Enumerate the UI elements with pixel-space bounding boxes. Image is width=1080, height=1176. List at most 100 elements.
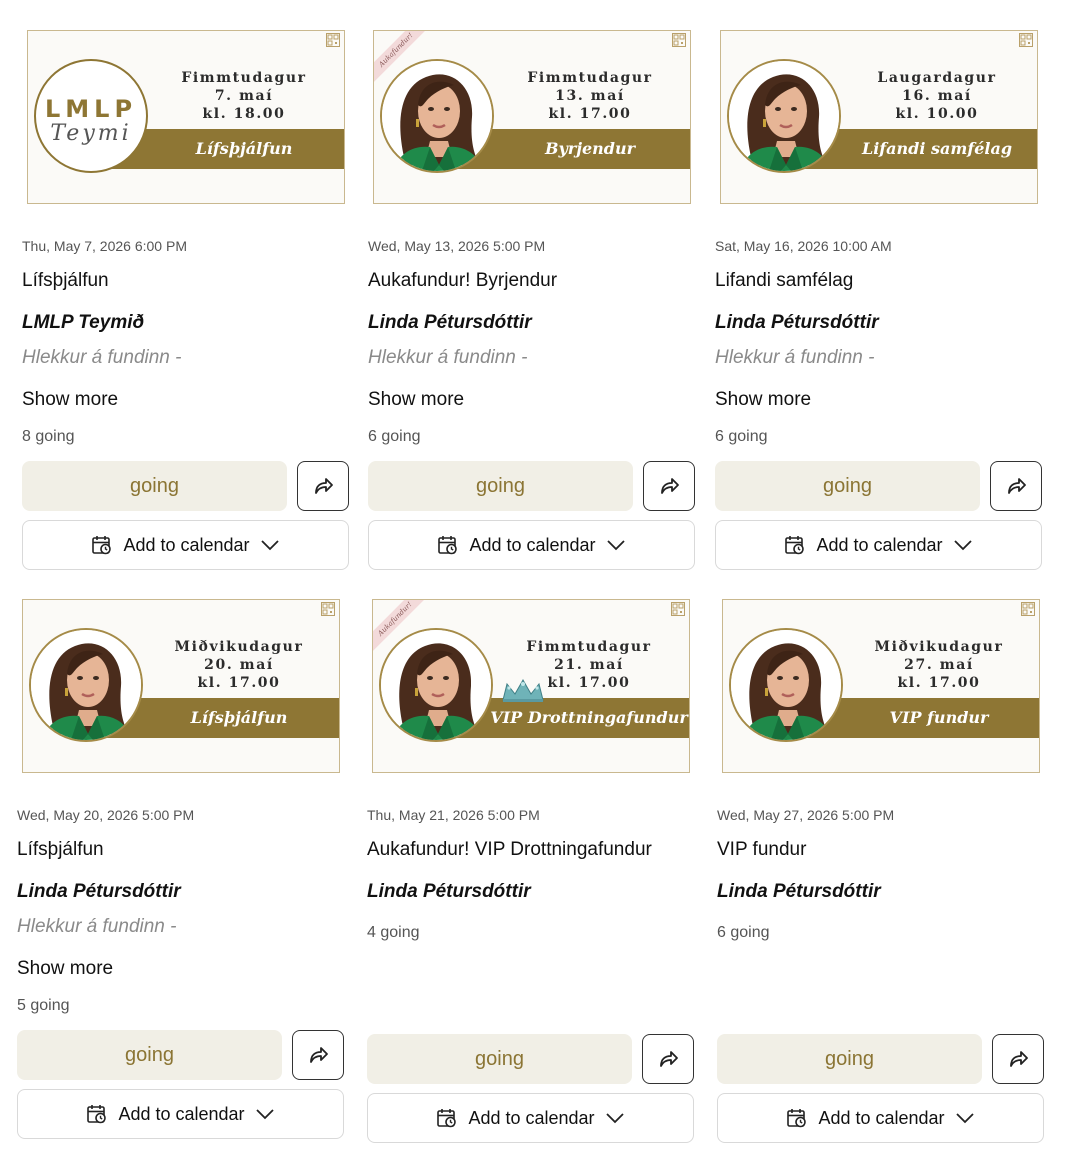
event-datetime: Wed, May 13, 2026 5:00 PM xyxy=(368,238,546,254)
banner-date: Laugardagur 16. maí kl. 10.00 xyxy=(837,69,1037,123)
going-button[interactable]: going xyxy=(715,461,980,511)
event-host: Linda Pétursdóttir xyxy=(715,312,879,333)
calendar-clock-icon xyxy=(787,1109,807,1128)
portrait-image xyxy=(381,630,491,740)
event-title[interactable]: Lifandi samfélag xyxy=(715,270,853,292)
banner-day: 21. maí xyxy=(554,657,624,673)
show-more-link[interactable]: Show more xyxy=(22,389,118,411)
add-to-calendar-label: Add to calendar xyxy=(118,1103,245,1124)
banner-weekday: Fimmtudagur xyxy=(527,70,653,86)
share-arrow-icon xyxy=(1008,478,1026,494)
add-to-calendar-label: Add to calendar xyxy=(816,534,943,555)
going-count: 8 going xyxy=(22,428,75,445)
add-to-calendar-button[interactable]: Add to calendar xyxy=(715,520,1042,570)
chevron-down-icon xyxy=(605,1113,624,1124)
going-count: 5 going xyxy=(17,997,70,1014)
share-button[interactable] xyxy=(643,461,695,511)
event-banner-image[interactable]: Miðvikudagur 20. maí kl. 17.00 Lífsþjálf… xyxy=(22,599,340,773)
share-button[interactable] xyxy=(992,1034,1044,1084)
banner-day: 13. maí xyxy=(555,88,625,104)
qr-code-icon xyxy=(326,33,340,47)
banner-day: 27. maí xyxy=(904,657,974,673)
brand-logo: LMLP Teymi xyxy=(34,59,148,173)
share-arrow-icon xyxy=(310,1047,328,1063)
calendar-clock-icon xyxy=(437,1109,457,1128)
going-button[interactable]: going xyxy=(717,1034,982,1084)
add-to-calendar-button[interactable]: Add to calendar xyxy=(368,520,695,570)
event-host: LMLP Teymið xyxy=(22,312,145,333)
meeting-link-text[interactable]: Hlekkur á fundinn - xyxy=(715,347,874,369)
event-title[interactable]: Aukafundur! VIP Drottningafundur xyxy=(367,839,652,861)
host-portrait xyxy=(729,628,843,742)
going-button[interactable]: going xyxy=(368,461,633,511)
banner-date: Miðvikudagur 20. maí kl. 17.00 xyxy=(139,638,339,692)
banner-time: kl. 17.00 xyxy=(197,675,281,691)
show-more-link[interactable]: Show more xyxy=(715,389,811,411)
chevron-down-icon xyxy=(606,540,625,551)
banner-day: 20. maí xyxy=(204,657,274,673)
chevron-down-icon xyxy=(955,1113,974,1124)
banner-label: Lifandi samfélag xyxy=(861,139,1013,158)
chevron-down-icon xyxy=(255,1109,274,1120)
event-banner-image[interactable]: Fimmtudagur 13. maí kl. 17.00 Byrjendur … xyxy=(373,30,691,204)
event-banner-image[interactable]: Fimmtudagur 21. maí kl. 17.00 VIP Drottn… xyxy=(372,599,690,773)
event-title[interactable]: VIP fundur xyxy=(717,839,806,861)
show-more-link[interactable]: Show more xyxy=(17,958,113,980)
event-title[interactable]: Aukafundur! Byrjendur xyxy=(368,270,557,292)
event-host: Linda Pétursdóttir xyxy=(367,881,531,902)
going-button[interactable]: going xyxy=(17,1030,282,1080)
event-title[interactable]: Lífsþjálfun xyxy=(17,839,104,861)
banner-time: kl. 17.00 xyxy=(897,675,981,691)
banner-date: Fimmtudagur 13. maí kl. 17.00 xyxy=(490,69,690,123)
crown-icon xyxy=(502,678,544,702)
host-portrait xyxy=(29,628,143,742)
calendar-clock-icon xyxy=(785,536,805,555)
host-portrait xyxy=(727,59,841,173)
chevron-down-icon xyxy=(260,540,279,551)
show-more-link[interactable]: Show more xyxy=(368,389,464,411)
host-portrait xyxy=(379,628,493,742)
going-count: 4 going xyxy=(367,924,420,941)
share-arrow-icon xyxy=(660,1051,678,1067)
add-to-calendar-button[interactable]: Add to calendar xyxy=(367,1093,694,1143)
event-banner-image[interactable]: Fimmtudagur 7. maí kl. 18.00 Lífsþjálfun… xyxy=(27,30,345,204)
calendar-clock-icon xyxy=(92,536,112,555)
share-button[interactable] xyxy=(990,461,1042,511)
logo-subtitle: Teymi xyxy=(50,121,132,146)
banner-weekday: Fimmtudagur xyxy=(181,70,307,86)
going-button[interactable]: going xyxy=(367,1034,632,1084)
share-button[interactable] xyxy=(292,1030,344,1080)
event-banner-image[interactable]: Miðvikudagur 27. maí kl. 17.00 VIP fundu… xyxy=(722,599,1040,773)
going-count: 6 going xyxy=(715,428,768,445)
add-to-calendar-label: Add to calendar xyxy=(818,1107,945,1128)
calendar-clock-icon xyxy=(87,1105,107,1124)
add-to-calendar-button[interactable]: Add to calendar xyxy=(717,1093,1044,1143)
event-datetime: Thu, May 7, 2026 6:00 PM xyxy=(22,238,187,254)
qr-code-icon xyxy=(671,602,685,616)
event-datetime: Wed, May 27, 2026 5:00 PM xyxy=(717,807,895,823)
portrait-image xyxy=(382,61,492,171)
banner-time: kl. 17.00 xyxy=(548,106,632,122)
qr-code-icon xyxy=(1021,602,1035,616)
going-button[interactable]: going xyxy=(22,461,287,511)
event-datetime: Wed, May 20, 2026 5:00 PM xyxy=(17,807,195,823)
share-button[interactable] xyxy=(642,1034,694,1084)
banner-date: Miðvikudagur 27. maí kl. 17.00 xyxy=(839,638,1039,692)
meeting-link-text[interactable]: Hlekkur á fundinn - xyxy=(368,347,527,369)
banner-weekday: Laugardagur xyxy=(877,70,997,86)
share-button[interactable] xyxy=(297,461,349,511)
banner-date: Fimmtudagur 7. maí kl. 18.00 xyxy=(144,69,344,123)
banner-day: 16. maí xyxy=(902,88,972,104)
banner-weekday: Miðvikudagur xyxy=(874,639,1004,655)
banner-label: Lífsþjálfun xyxy=(190,708,288,727)
event-title[interactable]: Lífsþjálfun xyxy=(22,270,109,292)
event-banner-image[interactable]: Laugardagur 16. maí kl. 10.00 Lifandi sa… xyxy=(720,30,1038,204)
add-to-calendar-button[interactable]: Add to calendar xyxy=(17,1089,344,1139)
event-datetime: Thu, May 21, 2026 5:00 PM xyxy=(367,807,540,823)
meeting-link-text[interactable]: Hlekkur á fundinn - xyxy=(17,916,176,938)
event-host: Linda Pétursdóttir xyxy=(717,881,881,902)
meeting-link-text[interactable]: Hlekkur á fundinn - xyxy=(22,347,181,369)
logo-wordmark: LMLP xyxy=(44,95,138,123)
add-to-calendar-button[interactable]: Add to calendar xyxy=(22,520,349,570)
banner-label: VIP fundur xyxy=(889,708,989,727)
